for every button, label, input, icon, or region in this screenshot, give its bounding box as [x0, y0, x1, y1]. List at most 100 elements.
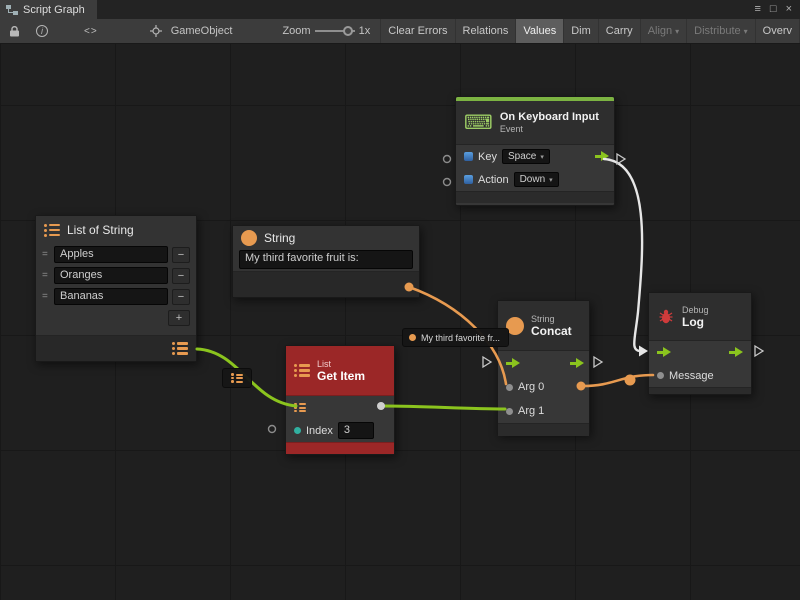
key-dropdown[interactable]: Space ▾: [502, 149, 550, 164]
wire-list-value-badge: [222, 368, 252, 388]
window-tab-bar: Script Graph ≡ □ ×: [0, 0, 800, 19]
node-get-item[interactable]: List Get Item Index 3: [285, 345, 395, 455]
message-row: Message: [649, 364, 751, 387]
add-item-button[interactable]: +: [168, 310, 190, 326]
remove-item-button[interactable]: −: [172, 289, 190, 305]
node-header: List of String: [36, 216, 196, 244]
message-input-port[interactable]: [657, 372, 664, 379]
node-footer: [649, 387, 751, 394]
list-icon: [231, 373, 243, 383]
wire-string-value-badge: My third favorite fr...: [402, 328, 509, 347]
chevron-down-icon: ▾: [549, 176, 553, 184]
distribute-button[interactable]: Distribute ▾: [687, 19, 755, 43]
node-list-of-string[interactable]: List of String = Apples − = Oranges − = …: [35, 215, 197, 362]
list-input-port[interactable]: [294, 403, 306, 413]
carry-button[interactable]: Carry: [599, 19, 641, 43]
remove-item-button[interactable]: −: [172, 247, 190, 263]
node-category: List: [317, 359, 365, 370]
list-item: = Oranges −: [36, 265, 196, 286]
script-graph-window: Script Graph ≡ □ × i <>: [0, 0, 800, 600]
node-title: Get Item: [317, 370, 365, 383]
list-item: = Bananas −: [36, 286, 196, 307]
unconnected-port-indicator: [444, 156, 451, 163]
node-debug-log[interactable]: Debug Log Message: [648, 292, 752, 395]
flow-triangle-icon: [594, 357, 602, 367]
node-footer: [36, 335, 196, 361]
list-item: = Apples −: [36, 244, 196, 265]
align-button[interactable]: Align ▾: [641, 19, 687, 43]
arg1-row: Arg 1: [498, 399, 589, 423]
overview-button[interactable]: Overv: [756, 19, 800, 43]
wire-concat-to-log: [583, 375, 653, 386]
node-concat[interactable]: String Concat Arg 0 Arg 1: [497, 300, 590, 435]
list-input-row: [286, 396, 394, 419]
index-field[interactable]: 3: [338, 422, 374, 439]
node-title: Log: [682, 316, 709, 329]
drag-handle-icon[interactable]: =: [42, 249, 50, 260]
info-icon[interactable]: i: [32, 21, 52, 41]
window-controls: ≡ □ ×: [754, 0, 800, 19]
node-title: Concat: [531, 325, 572, 338]
node-footer: [286, 442, 394, 454]
chevron-down-icon: ▾: [744, 27, 748, 36]
node-header: Debug Log: [649, 293, 751, 341]
node-subtitle: Event: [500, 124, 599, 135]
remove-item-button[interactable]: −: [172, 268, 190, 284]
node-string-literal[interactable]: String My third favorite fruit is:: [232, 225, 420, 298]
list-output-port[interactable]: [172, 342, 188, 355]
message-label: Message: [669, 370, 714, 382]
clear-errors-button[interactable]: Clear Errors: [380, 19, 455, 43]
zoom-slider[interactable]: [315, 25, 355, 37]
dim-button[interactable]: Dim: [564, 19, 599, 43]
graph-canvas[interactable]: ⌨ On Keyboard Input Event Key Space ▾ Ac…: [0, 44, 800, 600]
node-footer: [233, 271, 419, 297]
maximize-icon[interactable]: □: [770, 4, 777, 15]
tab-title: Script Graph: [23, 4, 85, 16]
action-dropdown[interactable]: Down ▾: [514, 172, 559, 187]
lock-icon[interactable]: [5, 21, 24, 41]
node-on-keyboard-input[interactable]: ⌨ On Keyboard Input Event Key Space ▾ Ac…: [455, 96, 615, 206]
control-output-port[interactable]: [570, 358, 584, 369]
arg0-input-port[interactable]: [506, 384, 513, 391]
node-header: List Get Item: [286, 346, 394, 396]
control-output-port[interactable]: [595, 151, 609, 162]
list-item-field[interactable]: Oranges: [54, 267, 168, 284]
graph-tab-icon: [6, 5, 18, 15]
control-input-port[interactable]: [506, 358, 520, 369]
target-icon: [146, 21, 166, 41]
values-button[interactable]: Values: [516, 19, 564, 43]
node-header: String: [233, 226, 419, 250]
control-row: [498, 351, 589, 375]
list-item-field[interactable]: Bananas: [54, 288, 168, 305]
keyboard-icon: ⌨: [464, 113, 493, 133]
index-input-port[interactable]: [294, 427, 301, 434]
code-icon[interactable]: <>: [80, 21, 102, 41]
toolbar-buttons: Clear Errors Relations Values Dim Carry …: [380, 19, 800, 43]
unconnected-port-indicator: [269, 426, 276, 433]
control-input-port[interactable]: [657, 347, 671, 358]
arg0-label: Arg 0: [518, 381, 544, 393]
list-item-field[interactable]: Apples: [54, 246, 168, 263]
zoom-label: Zoom: [282, 25, 310, 37]
control-output-port[interactable]: [729, 347, 743, 358]
arg1-input-port[interactable]: [506, 408, 513, 415]
string-value-field[interactable]: My third favorite fruit is:: [239, 250, 413, 269]
graph-toolbar: i <> GameObject Zoom 1x Clear Errors Rel…: [0, 19, 800, 44]
relations-button[interactable]: Relations: [456, 19, 517, 43]
index-row: Index 3: [286, 419, 394, 442]
drag-handle-icon[interactable]: =: [42, 291, 50, 302]
gameobject-target-label[interactable]: GameObject: [171, 25, 233, 37]
drag-handle-icon[interactable]: =: [42, 270, 50, 281]
window-menu-icon[interactable]: ≡: [754, 4, 760, 15]
tab-script-graph[interactable]: Script Graph: [0, 0, 97, 19]
flow-triangle-icon: [755, 346, 763, 356]
add-item-row: +: [36, 307, 196, 329]
zoom-slider-knob[interactable]: [343, 26, 353, 36]
flow-triangle-icon: [483, 357, 491, 367]
control-row: [649, 341, 751, 364]
close-icon[interactable]: ×: [786, 4, 792, 15]
node-category: String: [531, 314, 572, 325]
list-icon: [294, 364, 310, 377]
wire-arrowhead: [639, 346, 648, 357]
string-value-text: My third favorite fr...: [421, 333, 500, 343]
